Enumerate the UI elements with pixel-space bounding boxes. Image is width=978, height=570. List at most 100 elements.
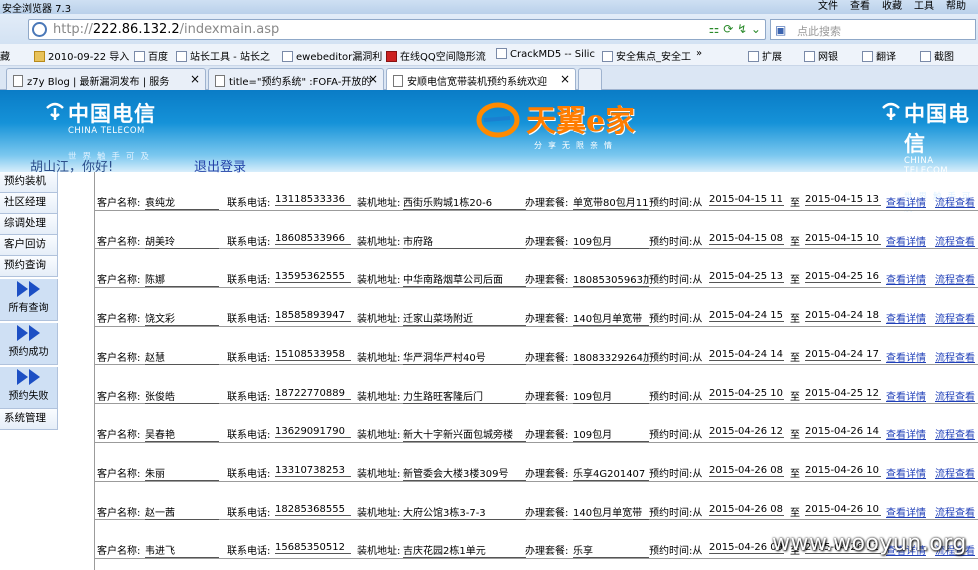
time-label: 预约时间:从 bbox=[649, 468, 703, 480]
end-time: 2015-04-26 10 bbox=[805, 503, 881, 516]
address-url[interactable]: http://222.86.132.2/indexmain.asp bbox=[53, 22, 279, 37]
view-detail-link[interactable]: 查看详情 bbox=[886, 233, 926, 248]
search-box[interactable]: ▣ 点此搜索 bbox=[770, 19, 976, 40]
view-detail-link[interactable]: 查看详情 bbox=[886, 310, 926, 325]
table-row: 客户名称: 吴春艳 联系电话: 13629091790 装机地址: 新大十字新兴面包城旁楼… bbox=[95, 404, 978, 443]
fav-item[interactable]: 站长工具 - 站长之 bbox=[176, 48, 270, 63]
install-address: 迁家山菜场附近 bbox=[403, 310, 526, 327]
page-icon bbox=[13, 75, 23, 87]
fav-item[interactable]: 安全焦点_安全工 bbox=[602, 48, 691, 63]
view-flow-link[interactable]: 流程查看 bbox=[935, 426, 975, 441]
end-time: 2015-04-25 16 bbox=[805, 271, 881, 284]
fav-item[interactable]: 网银 bbox=[804, 48, 838, 63]
view-detail-link[interactable]: 查看详情 bbox=[886, 271, 926, 286]
folder-icon bbox=[34, 51, 45, 62]
fav-item[interactable]: 2010-09-22 导入 bbox=[34, 48, 129, 63]
time-label: 预约时间:从 bbox=[649, 352, 703, 364]
package-value: 140包月单宽带 bbox=[573, 504, 649, 520]
tab-blog[interactable]: z7y Blog | 最新漏洞发布 | 服务 × bbox=[6, 68, 206, 90]
view-detail-link[interactable]: 查看详情 bbox=[886, 504, 926, 519]
view-detail-link[interactable]: 查看详情 bbox=[886, 465, 926, 480]
address-label: 装机地址: bbox=[357, 391, 401, 403]
nav-sub-booking-success[interactable]: 预约成功 bbox=[0, 323, 58, 365]
view-detail-link[interactable]: 查看详情 bbox=[886, 349, 926, 364]
fav-item[interactable]: 翻译 bbox=[862, 48, 896, 63]
phone-label: 联系电话: bbox=[227, 468, 271, 480]
package-label: 办理套餐: bbox=[525, 275, 569, 287]
phone-label: 联系电话: bbox=[227, 430, 271, 442]
phone-label: 联系电话: bbox=[227, 236, 271, 248]
view-flow-link[interactable]: 流程查看 bbox=[935, 504, 975, 519]
nav-sub-booking-failed[interactable]: 预约失败 bbox=[0, 367, 58, 409]
view-flow-link[interactable]: 流程查看 bbox=[935, 465, 975, 480]
name-label: 客户名称: bbox=[97, 430, 141, 442]
view-flow-link[interactable]: 流程查看 bbox=[935, 233, 975, 248]
package-value: 109包月 bbox=[573, 388, 649, 404]
fav-item[interactable]: 在线QQ空间隐形流 bbox=[386, 48, 486, 63]
view-flow-link[interactable]: 流程查看 bbox=[935, 194, 975, 209]
fav-item[interactable]: 百度 bbox=[134, 48, 168, 63]
customer-name: 袁纯龙 bbox=[145, 194, 219, 210]
package-value: 乐享 bbox=[573, 542, 649, 559]
address-label: 装机地址: bbox=[357, 236, 401, 248]
tab-booking-system[interactable]: 安顺电信宽带装机预约系统欢迎 × bbox=[386, 68, 576, 91]
view-flow-link[interactable]: 流程查看 bbox=[935, 388, 975, 403]
table-row: 客户名称: 陈娜 联系电话: 13595362555 装机地址: 中华南路烟草公司后面 办理… bbox=[95, 249, 978, 289]
nav-item-book-install[interactable]: 预约装机 bbox=[0, 172, 58, 193]
double-arrow-icon bbox=[16, 325, 40, 341]
search-engine-icon[interactable]: ▣ bbox=[775, 23, 786, 37]
fav-item[interactable]: 藏 bbox=[0, 48, 10, 63]
nav-sub-all-query[interactable]: 所有查询 bbox=[0, 279, 58, 321]
telecom-mark-icon bbox=[46, 102, 64, 120]
left-nav: 预约装机 社区经理 综调处理 客户回访 预约查询 所有查询 预约成功 预约失败 … bbox=[0, 172, 58, 430]
customer-phone: 15108533958 bbox=[275, 349, 351, 361]
nav-item-system-admin[interactable]: 系统管理 bbox=[0, 409, 58, 430]
fav-item[interactable]: ewebeditor漏洞利 bbox=[282, 48, 382, 63]
new-tab-button[interactable] bbox=[578, 68, 602, 90]
address-bar[interactable]: http://222.86.132.2/indexmain.asp ⚏ ⟳ ↯ … bbox=[28, 19, 766, 40]
fav-item[interactable]: 扩展 bbox=[748, 48, 782, 63]
name-label: 客户名称: bbox=[97, 352, 141, 364]
package-value: 109包月 bbox=[573, 426, 649, 443]
package-label: 办理套餐: bbox=[525, 314, 569, 326]
nav-item-customer-visit[interactable]: 客户回访 bbox=[0, 235, 58, 256]
search-placeholder: 点此搜索 bbox=[797, 25, 841, 38]
brand-en: CHINA TELECOM bbox=[68, 126, 145, 136]
table-row: 客户名称: 张俊皓 联系电话: 18722770889 装机地址: 力生路旺客隆后门 办理套… bbox=[95, 366, 978, 405]
menu-favorites[interactable]: 收藏 bbox=[876, 0, 908, 14]
menu-help[interactable]: 帮助 bbox=[940, 0, 972, 14]
table-row: 客户名称: 袁纯龙 联系电话: 13118533336 装机地址: 西街乐购城1栋20-6… bbox=[95, 172, 978, 211]
view-flow-link[interactable]: 流程查看 bbox=[935, 349, 975, 364]
install-address: 吉庆花园2栋1单元 bbox=[403, 542, 526, 559]
close-icon[interactable]: × bbox=[368, 72, 378, 86]
view-detail-link[interactable]: 查看详情 bbox=[886, 388, 926, 403]
to-label: 至 bbox=[790, 236, 800, 248]
view-detail-link[interactable]: 查看详情 bbox=[886, 194, 926, 209]
to-label: 至 bbox=[790, 507, 800, 519]
nav-item-dispatch[interactable]: 综调处理 bbox=[0, 214, 58, 235]
start-time: 2015-04-26 08 bbox=[709, 464, 784, 477]
start-time: 2015-04-24 14 bbox=[709, 348, 784, 361]
close-icon[interactable]: × bbox=[190, 72, 200, 86]
time-label: 预约时间:从 bbox=[649, 236, 703, 248]
view-detail-link[interactable]: 查看详情 bbox=[886, 426, 926, 441]
menu-file[interactable]: 文件 bbox=[812, 0, 844, 14]
menu-view[interactable]: 查看 bbox=[844, 0, 876, 14]
tab-fofa[interactable]: title="预约系统" :FOFA-开放的 × bbox=[208, 68, 384, 90]
refresh-icon[interactable]: ⚏ ⟳ ↯ ⌄ bbox=[709, 22, 761, 36]
nav-item-booking-query[interactable]: 预约查询 bbox=[0, 256, 58, 277]
view-flow-link[interactable]: 流程查看 bbox=[935, 271, 975, 286]
fav-more[interactable]: » bbox=[696, 48, 702, 59]
package-label: 办理套餐: bbox=[525, 507, 569, 519]
menu-tools[interactable]: 工具 bbox=[908, 0, 940, 14]
nav-item-community-manager[interactable]: 社区经理 bbox=[0, 193, 58, 214]
customer-phone: 13595362555 bbox=[275, 271, 351, 284]
start-time: 2015-04-26 12 bbox=[709, 426, 784, 439]
package-value: 140包月单宽带 bbox=[573, 310, 649, 327]
package-label: 办理套餐: bbox=[525, 546, 569, 558]
end-time: 2015-04-15 10 bbox=[805, 232, 881, 245]
fav-item[interactable]: CrackMD5 -- Silic bbox=[496, 48, 595, 60]
fav-item[interactable]: 截图 bbox=[920, 48, 954, 63]
view-flow-link[interactable]: 流程查看 bbox=[935, 310, 975, 325]
close-icon[interactable]: × bbox=[560, 72, 570, 86]
